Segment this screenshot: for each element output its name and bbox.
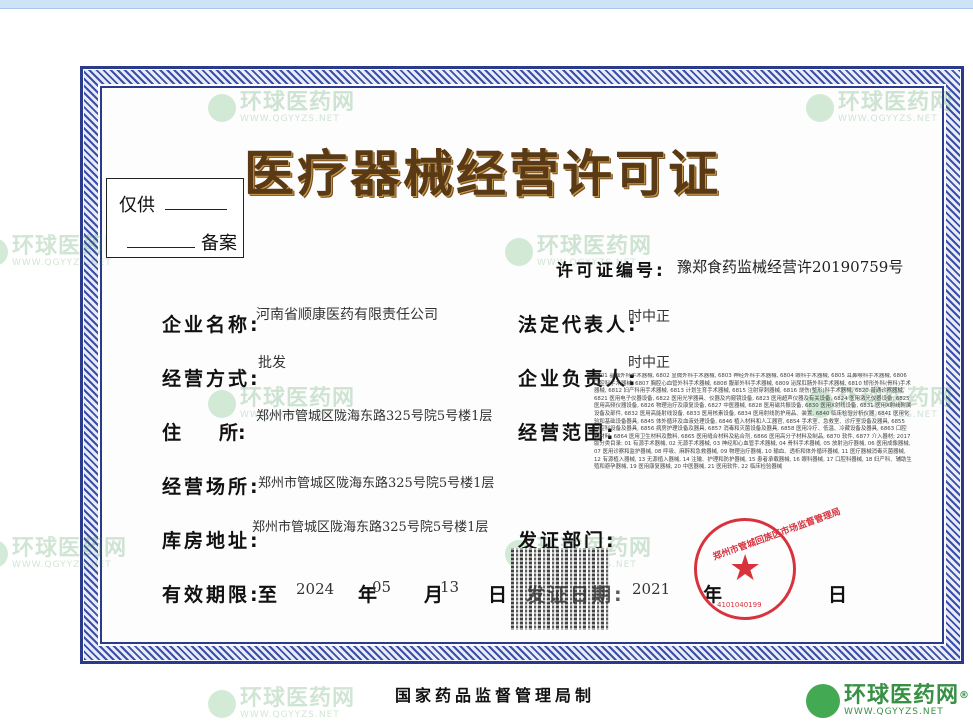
company-name-value: 河南省顺康医药有限责任公司 (256, 307, 438, 323)
seal-star-icon: ★ (729, 548, 762, 589)
globe-icon (806, 684, 840, 718)
business-place-value: 郑州市管城区陇海东路325号院5号楼1层 (258, 476, 495, 491)
warehouse-label: 库房地址: (162, 530, 261, 552)
license-no-value: 豫郑食药监械经营许20190759号 (677, 258, 904, 276)
validity-to: 至 (258, 584, 281, 606)
company-head-value: 时中正 (628, 355, 670, 371)
globe-icon (0, 540, 8, 568)
record-blank-2 (127, 247, 195, 248)
issuing-authority-footer: 国家药品监督管理局制 (395, 686, 596, 705)
watermark-logo: 环球医药网WWW.QGYYZS.NET (0, 538, 127, 570)
legal-rep-label: 法定代表人: (518, 314, 639, 336)
residence-label: 住 所: (162, 422, 246, 444)
license-no-label: 许可证编号: (556, 261, 666, 281)
official-seal: 郑州市管城回族区市场监督管理局 ★ 4101040199 (694, 507, 842, 620)
business-place-label: 经营场所: (162, 476, 261, 498)
business-scope-value: 6801 基础外科手术器械, 6802 显微外科手术器械, 6803 神经外科手… (594, 373, 912, 471)
validity-month: 05 (372, 578, 392, 596)
window-top-strip (0, 0, 973, 9)
certificate-title: 医疗器械经营许可证 (244, 144, 721, 203)
company-name-label: 企业名称: (162, 314, 261, 336)
globe-icon (208, 390, 236, 418)
globe-icon (0, 238, 8, 266)
business-mode-value: 批发 (258, 355, 286, 371)
issue-date-day-char: 日 (828, 584, 851, 606)
watermark-logo-main: 环球医药网® WWW.QGYYZS.NET (806, 684, 970, 718)
record-box: 仅供 备案 (106, 178, 244, 258)
seal-number: 4101040199 (717, 601, 762, 609)
globe-icon (806, 94, 834, 122)
globe-icon (208, 94, 236, 122)
validity-year: 2024 (296, 580, 335, 598)
validity-day-char: 日 (488, 584, 511, 606)
residence-value: 郑州市管城区陇海东路325号院5号楼1层 (256, 409, 493, 424)
record-blank-1 (165, 209, 227, 210)
watermark-logo: 环球医药网WWW.QGYYZS.NET (208, 92, 355, 124)
record-line2: 备案 (201, 233, 237, 254)
globe-icon (505, 238, 533, 266)
issue-date-year: 2021 (632, 580, 671, 598)
watermark-logo: 环球医药网WWW.QGYYZS.NET (208, 688, 355, 720)
globe-icon (208, 690, 236, 718)
issue-date-label: 发证日期: (526, 584, 625, 606)
legal-rep-value: 时中正 (628, 309, 670, 325)
validity-day: 13 (440, 578, 460, 596)
warehouse-value: 郑州市管城区陇海东路325号院5号楼1层 (252, 520, 489, 535)
watermark-logo: 环球医药网WWW.QGYYZS.NET (806, 92, 953, 124)
validity-label: 有效期限: (162, 584, 261, 606)
business-mode-label: 经营方式: (162, 368, 261, 390)
record-line1: 仅供 (119, 195, 155, 216)
